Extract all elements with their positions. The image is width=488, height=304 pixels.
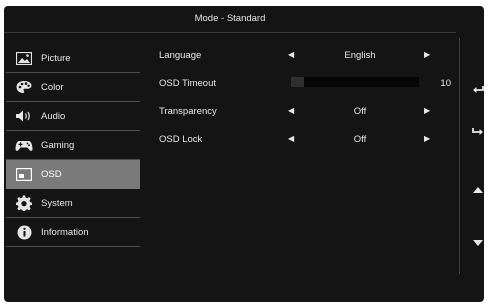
page-title: Mode - Standard bbox=[4, 6, 456, 33]
color-palette-icon bbox=[13, 80, 35, 94]
gamepad-icon bbox=[13, 139, 35, 152]
sidebar-item-picture[interactable]: Picture bbox=[6, 44, 140, 73]
sidebar-item-label: Audio bbox=[41, 110, 66, 122]
setting-label: OSD Lock bbox=[159, 134, 203, 145]
osd-menu: Mode - Standard Picture Color Audio Gami… bbox=[4, 6, 484, 302]
sidebar-item-audio[interactable]: Audio bbox=[6, 102, 140, 131]
sidebar-item-label: OSD bbox=[41, 168, 62, 180]
right-arrow-icon[interactable]: ▶ bbox=[424, 106, 430, 115]
setting-language[interactable]: Language ◀ English ▶ bbox=[159, 46, 454, 74]
setting-osd-timeout[interactable]: OSD Timeout 10 bbox=[159, 74, 454, 102]
settings-panel: Language ◀ English ▶ OSD Timeout 10 Tran… bbox=[159, 46, 454, 158]
sidebar-item-osd[interactable]: OSD bbox=[6, 160, 140, 189]
up-arrow-icon[interactable] bbox=[470, 182, 484, 198]
left-arrow-icon[interactable]: ◀ bbox=[288, 50, 294, 59]
slider-fill bbox=[291, 77, 304, 87]
setting-label: Transparency bbox=[159, 106, 217, 117]
osd-icon bbox=[13, 167, 35, 181]
setting-transparency[interactable]: Transparency ◀ Off ▶ bbox=[159, 102, 454, 130]
back-icon[interactable] bbox=[470, 82, 484, 98]
speaker-icon bbox=[13, 110, 35, 122]
setting-label: Language bbox=[159, 50, 202, 61]
setting-value: English bbox=[344, 50, 376, 61]
sidebar-item-system[interactable]: System bbox=[6, 189, 140, 218]
left-arrow-icon[interactable]: ◀ bbox=[288, 134, 294, 143]
picture-icon bbox=[13, 51, 35, 65]
sidebar-item-label: Picture bbox=[41, 52, 71, 64]
sidebar: Picture Color Audio Gaming OSD System In… bbox=[6, 44, 140, 247]
timeout-slider[interactable] bbox=[291, 77, 419, 87]
setting-label: OSD Timeout bbox=[159, 78, 217, 89]
setting-value: Off bbox=[353, 134, 367, 145]
gear-icon bbox=[13, 195, 35, 211]
enter-icon[interactable] bbox=[470, 124, 484, 140]
setting-osd-lock[interactable]: OSD Lock ◀ Off ▶ bbox=[159, 130, 454, 158]
setting-value: 10 bbox=[440, 78, 451, 89]
sidebar-item-color[interactable]: Color bbox=[6, 73, 140, 102]
right-arrow-icon[interactable]: ▶ bbox=[424, 50, 430, 59]
divider bbox=[459, 38, 460, 274]
sidebar-item-label: Color bbox=[41, 81, 64, 93]
sidebar-item-label: System bbox=[41, 197, 73, 209]
setting-value: Off bbox=[353, 106, 367, 117]
down-arrow-icon[interactable] bbox=[470, 235, 484, 251]
sidebar-item-label: Gaming bbox=[41, 139, 75, 151]
sidebar-item-label: Information bbox=[41, 226, 89, 238]
right-arrow-icon[interactable]: ▶ bbox=[424, 134, 430, 143]
info-icon bbox=[13, 225, 35, 240]
left-arrow-icon[interactable]: ◀ bbox=[288, 106, 294, 115]
sidebar-item-information[interactable]: Information bbox=[6, 218, 140, 247]
sidebar-item-gaming[interactable]: Gaming bbox=[6, 131, 140, 160]
